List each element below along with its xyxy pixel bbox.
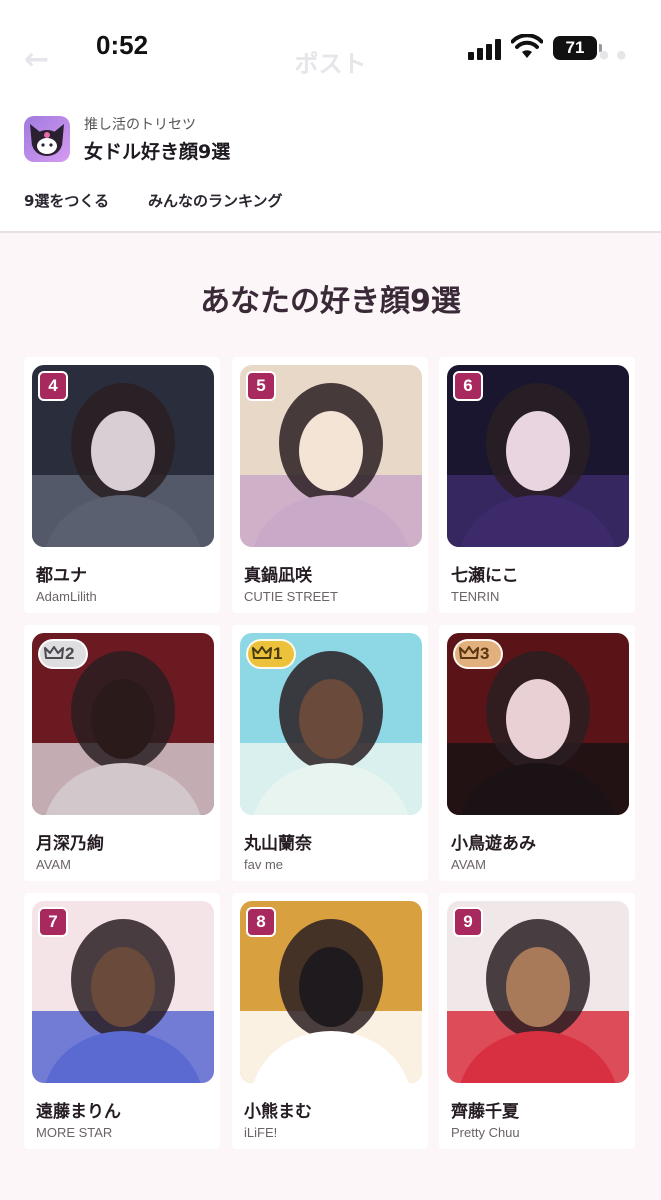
idol-card[interactable]: 6 七瀬にこ TENRIN [439,357,635,613]
section-title: あなたの好き顔9選 [200,284,461,319]
idol-card[interactable]: 8 小熊まむ iLiFE! [232,893,428,1149]
rank-number: 1 [273,644,283,663]
idol-name: 都ユナ [36,566,87,586]
rank-number-badge: 8 [246,907,276,937]
idol-name: 七瀬にこ [451,566,519,586]
app-mascot-icon[interactable] [24,116,70,162]
rank-number: 3 [480,644,490,663]
idol-name: 遠藤まりん [36,1102,121,1122]
rank-number-badge: 4 [38,371,68,401]
idol-name: 齊藤千夏 [451,1102,519,1122]
idol-group: iLiFE! [244,1125,278,1140]
idol-card[interactable]: 4 都ユナ AdamLilith [24,357,220,613]
crown-icon [44,644,64,663]
idol-group: TENRIN [451,589,500,604]
idol-card[interactable]: 1 丸山蘭奈 fav me [232,625,428,881]
idol-group: fav me [244,857,284,872]
tab-ranking[interactable]: みんなのランキング [148,190,283,211]
idol-card[interactable]: 2 月深乃絢 AVAM [24,625,220,881]
signal-icon [468,38,502,60]
idol-name: 真鍋凪咲 [244,566,312,586]
idol-name: 小鳥遊あみ [451,834,536,854]
idol-card[interactable]: 3 小鳥遊あみ AVAM [439,625,635,881]
rank-number-badge: 5 [246,371,276,401]
app-subtitle: 推し活のトリセツ [84,117,196,133]
wifi-icon [511,34,543,58]
tab-make-nine[interactable]: 9選をつくる [24,190,109,211]
crown-icon [459,644,479,663]
idol-group: AVAM [451,857,486,872]
idol-group: AdamLilith [36,589,97,604]
idol-group: Pretty Chuu [451,1125,520,1140]
battery-icon: 71 [553,36,602,60]
idol-group: MORE STAR [36,1125,113,1140]
idol-card[interactable]: 9 齊藤千夏 Pretty Chuu [439,893,635,1149]
idol-name: 丸山蘭奈 [244,834,312,854]
rank-number-badge: 9 [453,907,483,937]
idol-card[interactable]: 7 遠藤まりん MORE STAR [24,893,220,1149]
idol-name: 小熊まむ [244,1102,312,1122]
rank-number-badge: 7 [38,907,68,937]
status-time: 0:52 [96,30,149,60]
app-title: 女ドル好き顔9選 [84,141,231,163]
rank-crown-badge: 1 [246,639,296,669]
idol-name: 月深乃絢 [36,834,104,854]
idol-group: CUTIE STREET [244,589,338,604]
idol-group: AVAM [36,857,71,872]
rank-number-badge: 6 [453,371,483,401]
crown-icon [252,644,272,663]
rank-crown-badge: 3 [453,639,503,669]
idol-card[interactable]: 5 真鍋凪咲 CUTIE STREET [232,357,428,613]
rank-crown-badge: 2 [38,639,88,669]
rank-number: 2 [65,644,75,663]
